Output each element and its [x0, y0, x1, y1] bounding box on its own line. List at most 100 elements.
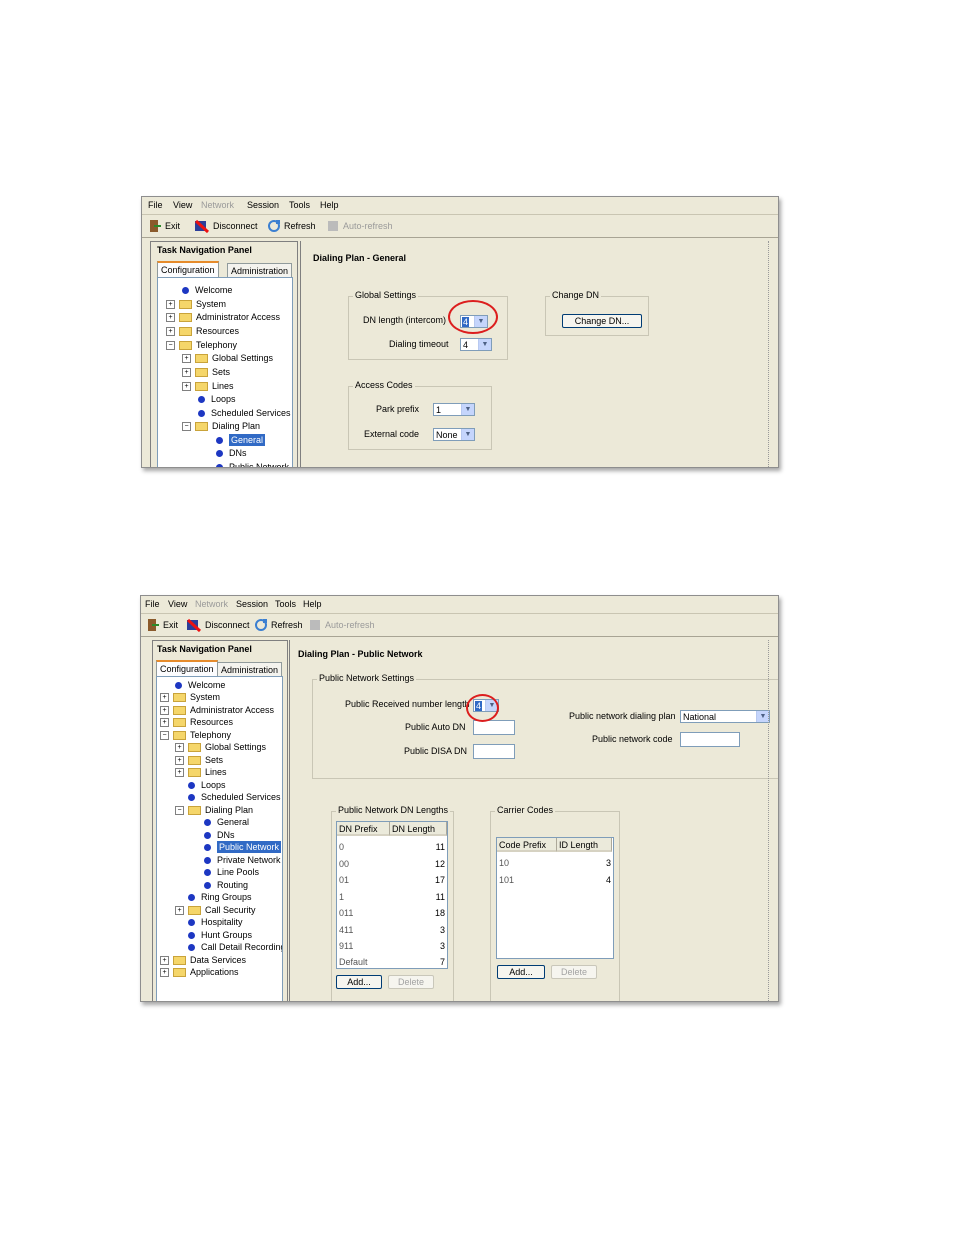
- disconnect-button[interactable]: Disconnect: [194, 219, 258, 233]
- expand-icon[interactable]: +: [182, 353, 191, 363]
- tree-item-public-network[interactable]: Public Network: [216, 461, 289, 467]
- table-row[interactable]: 10 3: [497, 857, 613, 869]
- menu-help[interactable]: Help: [320, 200, 339, 210]
- tree-item-system[interactable]: + System: [160, 691, 220, 703]
- table-row[interactable]: 411 3: [337, 924, 447, 936]
- chevron-down-icon[interactable]: ▼: [461, 429, 474, 440]
- expand-icon[interactable]: +: [160, 955, 169, 965]
- menu-view[interactable]: View: [168, 599, 187, 609]
- dialing-plan-select[interactable]: National ▼: [680, 710, 770, 723]
- expand-icon[interactable]: +: [160, 705, 169, 715]
- refresh-button[interactable]: Refresh: [254, 618, 303, 632]
- expand-icon[interactable]: +: [160, 692, 169, 702]
- tree-item-administrator-access[interactable]: + Administrator Access: [166, 311, 280, 323]
- tree-item-dns[interactable]: DNs: [204, 829, 235, 841]
- tree-item-global-settings[interactable]: + Global Settings: [182, 352, 273, 364]
- expand-icon[interactable]: +: [175, 905, 184, 915]
- tree-item-private-network[interactable]: Private Network: [204, 854, 281, 866]
- tree-item-general[interactable]: General: [216, 434, 266, 446]
- tree-item-routing[interactable]: Routing: [204, 879, 248, 891]
- menu-file[interactable]: File: [148, 200, 163, 210]
- collapse-icon[interactable]: −: [182, 421, 191, 431]
- column-header[interactable]: ID Length: [557, 838, 612, 852]
- table-row[interactable]: 1 11: [337, 891, 447, 903]
- tree-item-dialing-plan[interactable]: − Dialing Plan: [182, 420, 260, 432]
- carrier-add-button[interactable]: Add...: [497, 965, 545, 979]
- refresh-button[interactable]: Refresh: [267, 219, 316, 233]
- menu-file[interactable]: File: [145, 599, 160, 609]
- table-row[interactable]: 0 11: [337, 841, 447, 853]
- expand-icon[interactable]: +: [182, 381, 191, 391]
- tree-item-resources[interactable]: + Resources: [166, 325, 239, 337]
- tree-item-telephony[interactable]: − Telephony: [166, 339, 237, 351]
- tree-item-call-detail-recording[interactable]: Call Detail Recording: [188, 941, 282, 953]
- column-header[interactable]: Code Prefix: [497, 838, 557, 852]
- collapse-icon[interactable]: −: [175, 805, 184, 815]
- table-row[interactable]: Default 7: [337, 956, 447, 968]
- column-header[interactable]: DN Prefix: [337, 822, 390, 836]
- tree-item-call-security[interactable]: + Call Security: [175, 904, 256, 916]
- public-disa-dn-input[interactable]: [473, 744, 515, 759]
- dn-lengths-add-button[interactable]: Add...: [336, 975, 382, 989]
- tree-item-general[interactable]: General: [204, 816, 249, 828]
- tree-item-loops[interactable]: Loops: [188, 779, 226, 791]
- tree-item-dialing-plan[interactable]: − Dialing Plan: [175, 804, 253, 816]
- tree-item-loops[interactable]: Loops: [198, 393, 236, 405]
- menu-session[interactable]: Session: [236, 599, 268, 609]
- tree-item-global-settings[interactable]: + Global Settings: [175, 741, 266, 753]
- expand-icon[interactable]: +: [166, 326, 175, 336]
- tree-item-dns[interactable]: DNs: [216, 447, 247, 459]
- tree-item-line-pools[interactable]: Line Pools: [204, 866, 259, 878]
- tree-item-hospitality[interactable]: Hospitality: [188, 916, 243, 928]
- expand-icon[interactable]: +: [175, 742, 184, 752]
- table-row[interactable]: 00 12: [337, 858, 447, 870]
- menu-tools[interactable]: Tools: [289, 200, 310, 210]
- tree-item-lines[interactable]: + Lines: [182, 380, 234, 392]
- tree-item-welcome[interactable]: Welcome: [175, 679, 225, 691]
- tree-item-scheduled-services[interactable]: Scheduled Services: [188, 791, 281, 803]
- collapse-icon[interactable]: −: [166, 340, 175, 350]
- tree-item-applications[interactable]: + Applications: [160, 966, 239, 978]
- column-header[interactable]: DN Length: [390, 822, 447, 836]
- exit-button[interactable]: Exit: [148, 219, 180, 233]
- tree-item-telephony[interactable]: − Telephony: [160, 729, 231, 741]
- menu-tools[interactable]: Tools: [275, 599, 296, 609]
- external-code-select[interactable]: None ▼: [433, 428, 475, 441]
- expand-icon[interactable]: +: [166, 312, 175, 322]
- tree-item-welcome[interactable]: Welcome: [182, 284, 232, 296]
- tree-item-public-network[interactable]: Public Network: [204, 841, 282, 853]
- chevron-down-icon[interactable]: ▼: [461, 404, 474, 415]
- public-network-code-input[interactable]: [680, 732, 740, 747]
- tree-item-lines[interactable]: + Lines: [175, 766, 227, 778]
- expand-icon[interactable]: +: [182, 367, 191, 377]
- tree-item-administrator-access[interactable]: + Administrator Access: [160, 704, 274, 716]
- expand-icon[interactable]: +: [175, 755, 184, 765]
- tree-item-resources[interactable]: + Resources: [160, 716, 233, 728]
- table-row[interactable]: 101 4: [497, 874, 613, 886]
- expand-icon[interactable]: +: [166, 299, 175, 309]
- exit-button[interactable]: Exit: [146, 618, 178, 632]
- chevron-down-icon[interactable]: ▼: [478, 339, 491, 350]
- change-dn-button[interactable]: Change DN...: [562, 314, 642, 328]
- tree-item-ring-groups[interactable]: Ring Groups: [188, 891, 252, 903]
- tree-item-sets[interactable]: + Sets: [175, 754, 223, 766]
- collapse-icon[interactable]: −: [160, 730, 169, 740]
- menu-session[interactable]: Session: [247, 200, 279, 210]
- expand-icon[interactable]: +: [175, 767, 184, 777]
- disconnect-button[interactable]: Disconnect: [186, 618, 250, 632]
- expand-icon[interactable]: +: [160, 967, 169, 977]
- dialing-timeout-select[interactable]: 4 ▼: [460, 338, 492, 351]
- tab-configuration[interactable]: Configuration: [156, 660, 218, 677]
- tab-administration[interactable]: Administration: [217, 662, 283, 677]
- table-row[interactable]: 011 18: [337, 907, 447, 919]
- tab-configuration[interactable]: Configuration: [157, 261, 219, 278]
- park-prefix-select[interactable]: 1 ▼: [433, 403, 475, 416]
- tree-item-hunt-groups[interactable]: Hunt Groups: [188, 929, 252, 941]
- table-row[interactable]: 911 3: [337, 940, 447, 952]
- tree-item-sets[interactable]: + Sets: [182, 366, 230, 378]
- menu-view[interactable]: View: [173, 200, 192, 210]
- public-auto-dn-input[interactable]: [473, 720, 515, 735]
- tree-item-system[interactable]: + System: [166, 298, 226, 310]
- tree-item-scheduled-services[interactable]: Scheduled Services: [198, 407, 291, 419]
- tree-item-data-services[interactable]: + Data Services: [160, 954, 246, 966]
